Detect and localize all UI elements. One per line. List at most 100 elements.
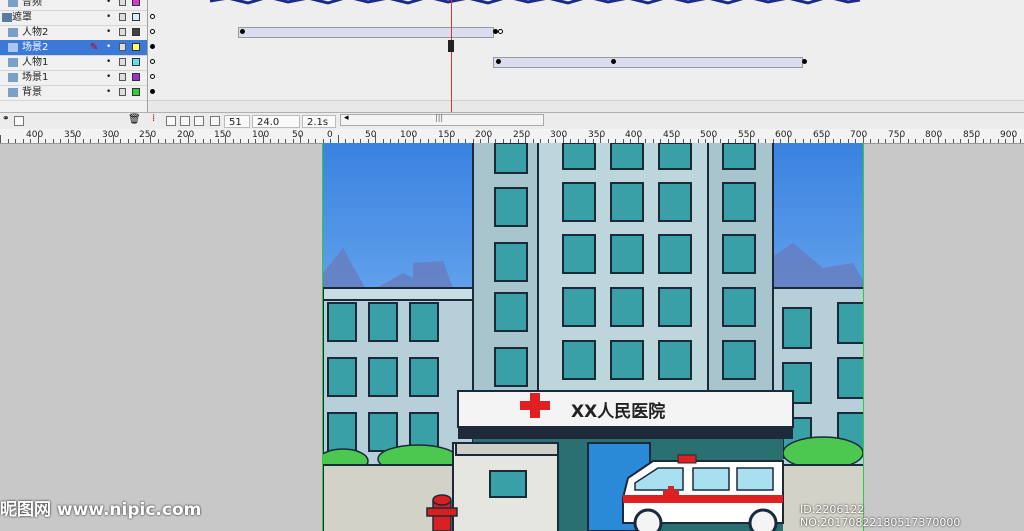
ruler-tick	[938, 135, 939, 143]
onion-skin-icon[interactable]	[166, 116, 176, 126]
ruler-tick	[300, 135, 301, 143]
ruler-tick	[233, 139, 234, 143]
ruler-label: 200	[475, 130, 493, 140]
onion-outline-icon[interactable]	[180, 116, 190, 126]
layers-panel: 音频 • 遮罩 • 人物2 • 场景2 ✎ • 人物1 • 场景1 • 背景 •	[0, 0, 148, 112]
frame-row-character2[interactable]	[148, 25, 1024, 41]
lock-icon[interactable]	[119, 13, 126, 21]
keyframe[interactable]	[150, 74, 155, 79]
layer-row-scene2[interactable]: 场景2 ✎ •	[0, 40, 147, 56]
frame-row-scene2[interactable]	[148, 40, 1024, 56]
keyframe[interactable]	[496, 59, 501, 64]
keyframe[interactable]	[150, 44, 155, 49]
visibility-dot[interactable]: •	[106, 40, 111, 55]
keyframe[interactable]	[150, 89, 155, 94]
motion-tween[interactable]	[493, 57, 803, 68]
keyframe[interactable]	[240, 29, 245, 34]
visibility-dot[interactable]: •	[106, 70, 111, 85]
image-id-watermark: ID:2206122 NO:20170822180517370000	[800, 503, 961, 529]
lock-icon[interactable]	[119, 0, 126, 6]
ruler-tick	[945, 139, 946, 143]
layer-color-swatch[interactable]	[132, 73, 140, 81]
masked-layer-icon	[8, 73, 18, 82]
ruler-tick	[375, 135, 376, 143]
timeline-horizontal-scrollbar[interactable]: ◂ |||	[340, 113, 544, 126]
frame-rate[interactable]: 24.0 fps	[252, 115, 300, 141]
ruler-tick	[968, 139, 969, 143]
ruler-tick	[143, 139, 144, 143]
layer-color-swatch[interactable]	[132, 58, 140, 66]
ruler-tick	[960, 139, 961, 143]
ruler-tick	[1005, 139, 1006, 143]
lock-icon[interactable]	[119, 58, 126, 66]
lock-icon[interactable]	[119, 28, 126, 36]
add-folder-icon[interactable]	[14, 116, 24, 126]
layer-row-background[interactable]: 背景 •	[0, 85, 147, 101]
visibility-dot[interactable]: •	[106, 0, 111, 10]
frame-row-character1[interactable]	[148, 55, 1024, 71]
motion-tween[interactable]	[238, 27, 494, 38]
visibility-dot[interactable]: •	[106, 25, 111, 40]
keyframe[interactable]	[150, 14, 155, 19]
lock-icon[interactable]	[119, 73, 126, 81]
ruler-tick	[113, 135, 114, 143]
ruler-tick	[285, 139, 286, 143]
ruler-label: 150	[438, 130, 456, 140]
keyframe[interactable]	[150, 59, 155, 64]
add-layer-icon[interactable]: ⚭	[2, 114, 12, 124]
ruler-tick	[225, 135, 226, 143]
playhead-frame-marker[interactable]	[448, 40, 454, 52]
layer-color-swatch[interactable]	[132, 88, 140, 96]
ruler-label: 250	[139, 130, 157, 140]
ruler-label: 850	[963, 130, 981, 140]
masked-layer-icon	[8, 43, 18, 52]
ruler-label: 150	[214, 130, 232, 140]
layer-color-swatch[interactable]	[132, 43, 140, 51]
modify-onion-markers-icon[interactable]	[210, 116, 220, 126]
ruler-tick	[188, 135, 189, 143]
keyframe[interactable]	[498, 29, 503, 34]
center-frame-icon[interactable]: ⁞	[152, 113, 162, 124]
ruler-tick	[38, 135, 39, 143]
ruler-label: 300	[550, 130, 568, 140]
ruler-tick	[975, 135, 976, 143]
ruler-tick	[293, 139, 294, 143]
layer-color-swatch[interactable]	[132, 28, 140, 36]
ruler-tick	[450, 135, 451, 143]
stage-canvas[interactable]: XX人民医院	[322, 143, 864, 531]
ruler-tick	[23, 139, 24, 143]
layer-row-scene1[interactable]: 场景1 •	[0, 70, 147, 86]
scroll-left-arrow-icon[interactable]: ◂	[344, 113, 349, 123]
ruler-label: 800	[925, 130, 943, 140]
layer-row-character2[interactable]: 人物2 •	[0, 25, 147, 41]
ruler-tick	[338, 135, 339, 143]
keyframe[interactable]	[150, 29, 155, 34]
layer-row-character1[interactable]: 人物1 •	[0, 55, 147, 71]
ruler-tick	[600, 135, 601, 143]
ruler-tick	[83, 139, 84, 143]
visibility-dot[interactable]: •	[106, 85, 111, 100]
timeline-frames[interactable]	[148, 0, 1024, 112]
frame-row-scene1[interactable]	[148, 70, 1024, 86]
ruler-tick	[713, 135, 714, 143]
lock-icon[interactable]	[119, 88, 126, 96]
visibility-dot[interactable]: •	[106, 10, 111, 25]
ruler-label: 100	[400, 130, 418, 140]
playhead[interactable]	[451, 0, 452, 112]
frame-row-background[interactable]	[148, 85, 1024, 101]
trash-icon[interactable]: 🗑	[128, 114, 141, 125]
keyframe[interactable]	[802, 59, 807, 64]
edit-multiple-frames-icon[interactable]	[194, 116, 204, 126]
ruler-tick	[150, 135, 151, 143]
lock-icon[interactable]	[119, 43, 126, 51]
mask-layer-icon	[2, 13, 12, 22]
visibility-dot[interactable]: •	[106, 55, 111, 70]
layer-row-mask[interactable]: 遮罩 •	[0, 10, 147, 26]
ruler-tick	[908, 139, 909, 143]
layer-color-swatch[interactable]	[132, 0, 140, 6]
scroll-thumb-grip[interactable]: |||	[435, 113, 443, 122]
keyframe[interactable]	[611, 59, 616, 64]
frame-row-mask[interactable]	[148, 10, 1024, 26]
ruler-label: 400	[625, 130, 643, 140]
layer-color-swatch[interactable]	[132, 13, 140, 21]
